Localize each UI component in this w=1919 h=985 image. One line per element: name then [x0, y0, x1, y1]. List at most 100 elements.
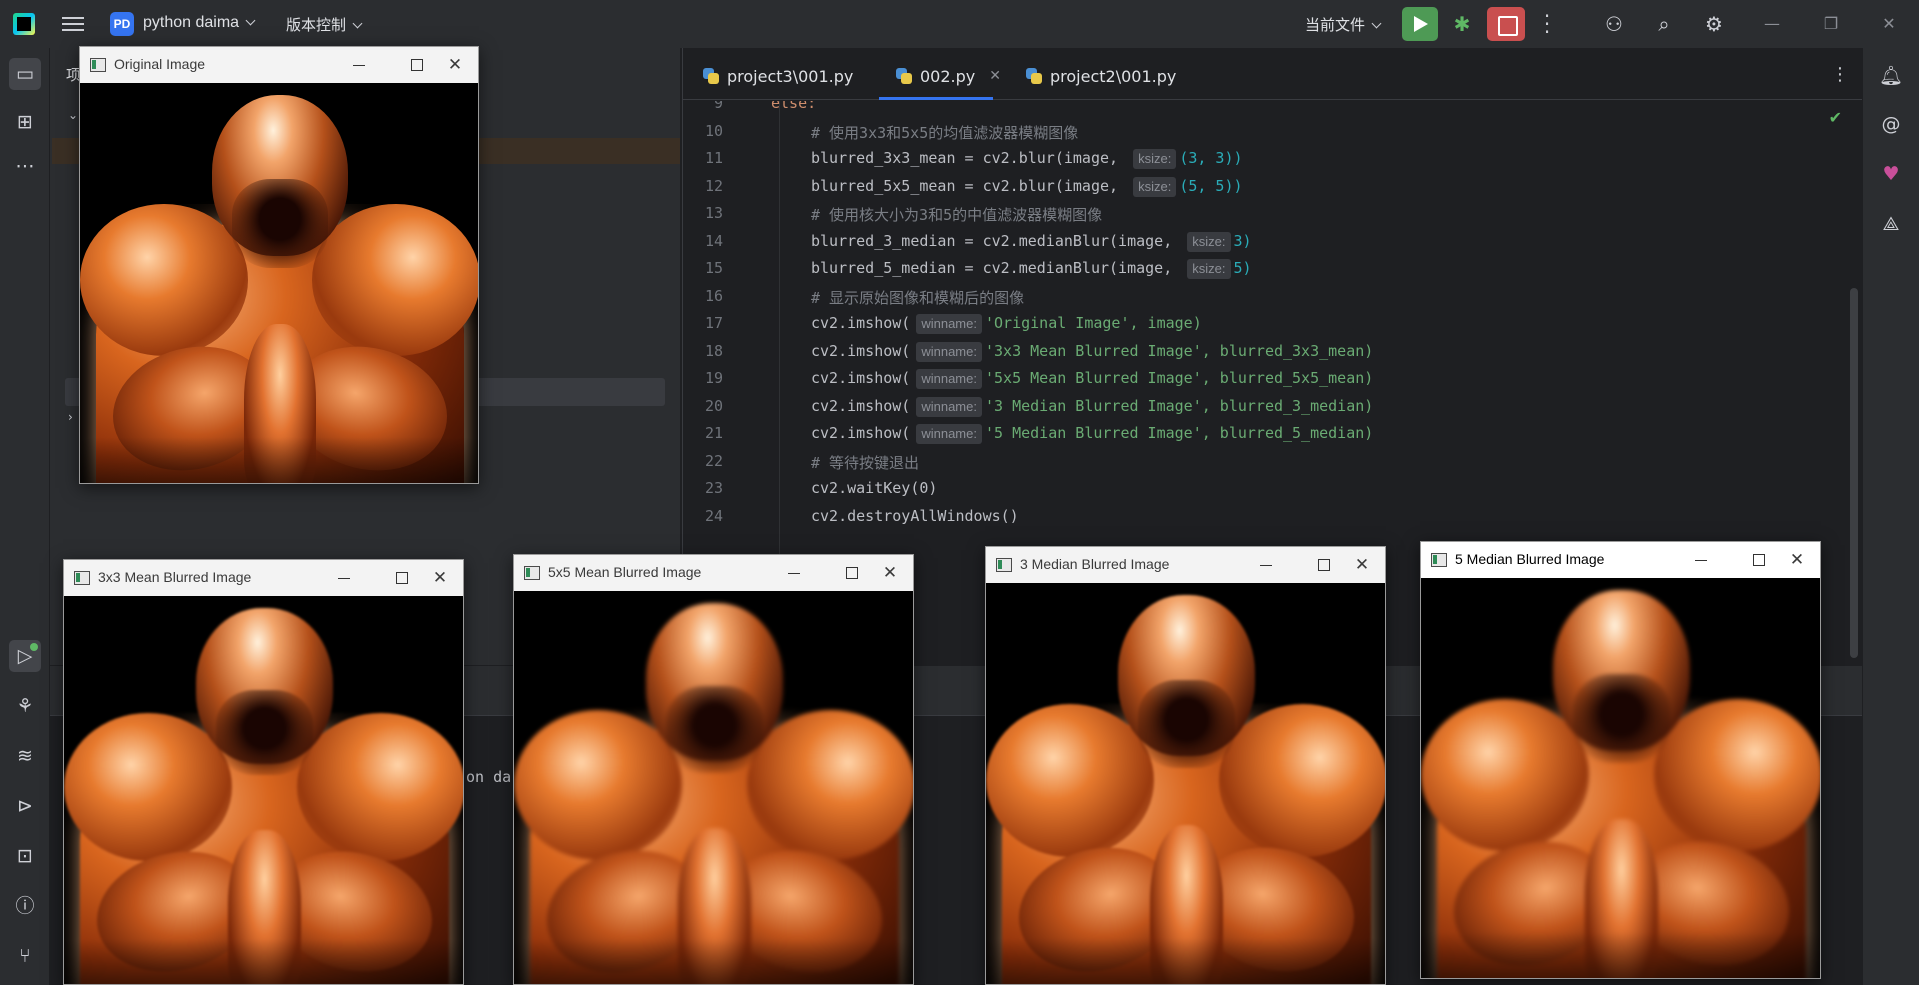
window-titlebar[interactable]: Original Image ✕: [80, 47, 478, 83]
main-menu-icon[interactable]: [62, 13, 84, 35]
problems-icon[interactable]: ⓘ: [9, 890, 41, 922]
tab-options-icon[interactable]: ⋮: [1831, 64, 1849, 85]
code-line[interactable]: # 显示原始图像和模糊后的图像: [811, 287, 1024, 308]
code-text: blurred_3x3_mean = cv2.blur(image,: [811, 149, 1128, 167]
tab-002[interactable]: 002.py ✕: [896, 64, 1001, 88]
window-maximize-icon[interactable]: [1309, 553, 1339, 577]
project-badge[interactable]: PD: [110, 12, 134, 36]
code-line[interactable]: # 等待按键退出: [811, 452, 919, 473]
plugin-icon[interactable]: ♥: [1877, 160, 1905, 188]
vcs-dropdown[interactable]: 版本控制: [286, 14, 363, 35]
code-line[interactable]: blurred_3_median = cv2.medianBlur(image,…: [811, 231, 1252, 252]
window-maximize-icon[interactable]: [1744, 548, 1774, 572]
git-branch-icon[interactable]: ⑂: [9, 940, 41, 972]
code-args: '3x3 Mean Blurred Image', blurred_3x3_me…: [984, 341, 1374, 360]
ai-assistant-icon[interactable]: @: [1877, 110, 1905, 138]
code-line[interactable]: else:: [771, 101, 816, 112]
window-close-icon[interactable]: ✕: [1347, 553, 1377, 577]
code-line[interactable]: blurred_3x3_mean = cv2.blur(image, ksize…: [811, 149, 1243, 169]
window-close-icon[interactable]: ✕: [1874, 10, 1904, 38]
stop-button[interactable]: [1487, 7, 1525, 41]
opencv-window[interactable]: 3x3 Mean Blurred Image ✕: [63, 559, 464, 985]
opencv-app-icon: [90, 58, 106, 72]
opencv-window[interactable]: 3 Median Blurred Image ✕: [985, 546, 1386, 985]
muscular-figure-image: [986, 583, 1385, 984]
code-line[interactable]: blurred_5x5_mean = cv2.blur(image, ksize…: [811, 176, 1243, 197]
notifications-bell-icon[interactable]: 🔔︎: [1877, 62, 1905, 90]
chevron-down-icon: [352, 18, 363, 29]
chevron-down-icon: [1371, 18, 1382, 29]
editor-scrollbar[interactable]: [1850, 288, 1858, 658]
project-name-dropdown[interactable]: python daima: [143, 14, 256, 32]
tab-project3-001[interactable]: project3\001.py: [703, 64, 853, 88]
window-close-icon[interactable]: ✕: [1782, 548, 1812, 572]
window-minimize-icon[interactable]: [1686, 548, 1716, 572]
code-line[interactable]: # 使用核大小为3和5的中值滤波器模糊图像: [811, 204, 1102, 225]
code-text: blurred_3_median = cv2.medianBlur(image,: [811, 231, 1182, 250]
window-close-icon[interactable]: ✕: [440, 53, 470, 77]
opencv-window[interactable]: 5 Median Blurred Image ✕: [1420, 541, 1821, 979]
window-minimize-icon[interactable]: —: [1757, 10, 1787, 38]
code-text: blurred_5x5_mean = cv2.blur(image,: [811, 176, 1128, 195]
python-console-icon[interactable]: ⚘: [9, 690, 41, 722]
run-tool-icon[interactable]: ▷: [9, 640, 41, 672]
code-line[interactable]: cv2.imshow(winname: '5x5 Mean Blurred Ima…: [811, 369, 1373, 389]
run-config-dropdown[interactable]: 当前文件: [1305, 14, 1382, 35]
more-actions-icon[interactable]: · · ·: [1540, 6, 1554, 42]
window-minimize-icon[interactable]: [1251, 553, 1281, 577]
terminal-icon[interactable]: ⊡: [9, 840, 41, 872]
no-problems-check-icon: ✔: [1828, 108, 1842, 127]
add-user-icon[interactable]: ⚇: [1602, 12, 1626, 36]
project-folder-icon[interactable]: ▭: [9, 58, 41, 90]
code-line[interactable]: cv2.waitKey(0): [811, 479, 937, 497]
line-number: 23: [704, 479, 723, 497]
code-text: cv2.imshow(: [811, 369, 911, 387]
window-titlebar[interactable]: 3x3 Mean Blurred Image ✕: [64, 560, 463, 596]
tab-project2-001[interactable]: project2\001.py: [1026, 64, 1176, 88]
image-canvas: [64, 596, 463, 984]
code-text: cv2.imshow(: [811, 314, 911, 332]
window-titlebar[interactable]: 3 Median Blurred Image ✕: [986, 547, 1385, 583]
search-icon[interactable]: ⌕: [1652, 12, 1676, 36]
chevron-down-icon: [245, 15, 256, 26]
run-button[interactable]: [1402, 7, 1438, 41]
window-minimize-icon[interactable]: [329, 566, 359, 590]
opencv-window[interactable]: Original Image ✕: [79, 46, 479, 484]
code-line[interactable]: cv2.destroyAllWindows(): [811, 507, 1019, 525]
close-tab-icon[interactable]: ✕: [989, 68, 1001, 84]
settings-gear-icon[interactable]: ⚙: [1702, 12, 1726, 36]
tree-expand-icon[interactable]: ⌄: [68, 108, 78, 122]
tree-collapse-icon[interactable]: ›: [68, 410, 73, 424]
structure-icon[interactable]: ⊞: [9, 106, 41, 138]
window-close-icon[interactable]: ✕: [425, 566, 455, 590]
parameter-hint: ksize:: [1133, 149, 1177, 169]
services-icon[interactable]: ⊳: [9, 790, 41, 822]
window-close-icon[interactable]: ✕: [875, 561, 905, 585]
opencv-window[interactable]: 5x5 Mean Blurred Image ✕: [513, 554, 914, 985]
code-line[interactable]: blurred_5_median = cv2.medianBlur(image,…: [811, 259, 1252, 279]
window-maximize-icon[interactable]: [402, 53, 432, 77]
debug-icon[interactable]: ✱: [1452, 12, 1472, 36]
code-text: # 等待按键退出: [811, 453, 920, 472]
extension-icon[interactable]: ⟁: [1877, 210, 1905, 238]
code-text: else:: [771, 101, 817, 112]
window-minimize-icon[interactable]: [344, 53, 374, 77]
window-restore-icon[interactable]: ❐: [1816, 10, 1846, 38]
window-maximize-icon[interactable]: [837, 561, 867, 585]
code-line[interactable]: cv2.imshow(winname: 'Original Image', ima…: [811, 314, 1202, 334]
window-titlebar[interactable]: 5 Median Blurred Image ✕: [1421, 542, 1820, 578]
parameter-hint: winname:: [916, 369, 982, 389]
code-args: '3 Median Blurred Image', blurred_3_medi…: [984, 396, 1374, 415]
window-maximize-icon[interactable]: [387, 566, 417, 590]
code-line[interactable]: cv2.imshow(winname: '3 Median Blurred Ima…: [811, 396, 1374, 417]
more-tools-icon[interactable]: ⋯: [9, 150, 41, 182]
image-canvas: [514, 591, 913, 984]
layers-icon[interactable]: ≋: [9, 740, 41, 772]
parameter-hint: winname:: [916, 424, 982, 444]
code-args: 3): [1233, 231, 1252, 250]
window-minimize-icon[interactable]: [779, 561, 809, 585]
code-line[interactable]: cv2.imshow(winname: '3x3 Mean Blurred Ima…: [811, 341, 1374, 362]
window-titlebar[interactable]: 5x5 Mean Blurred Image ✕: [514, 555, 913, 591]
code-line[interactable]: # 使用3x3和5x5的均值滤波器模糊图像: [811, 122, 1078, 143]
code-line[interactable]: cv2.imshow(winname: '5 Median Blurred Ima…: [811, 424, 1373, 444]
